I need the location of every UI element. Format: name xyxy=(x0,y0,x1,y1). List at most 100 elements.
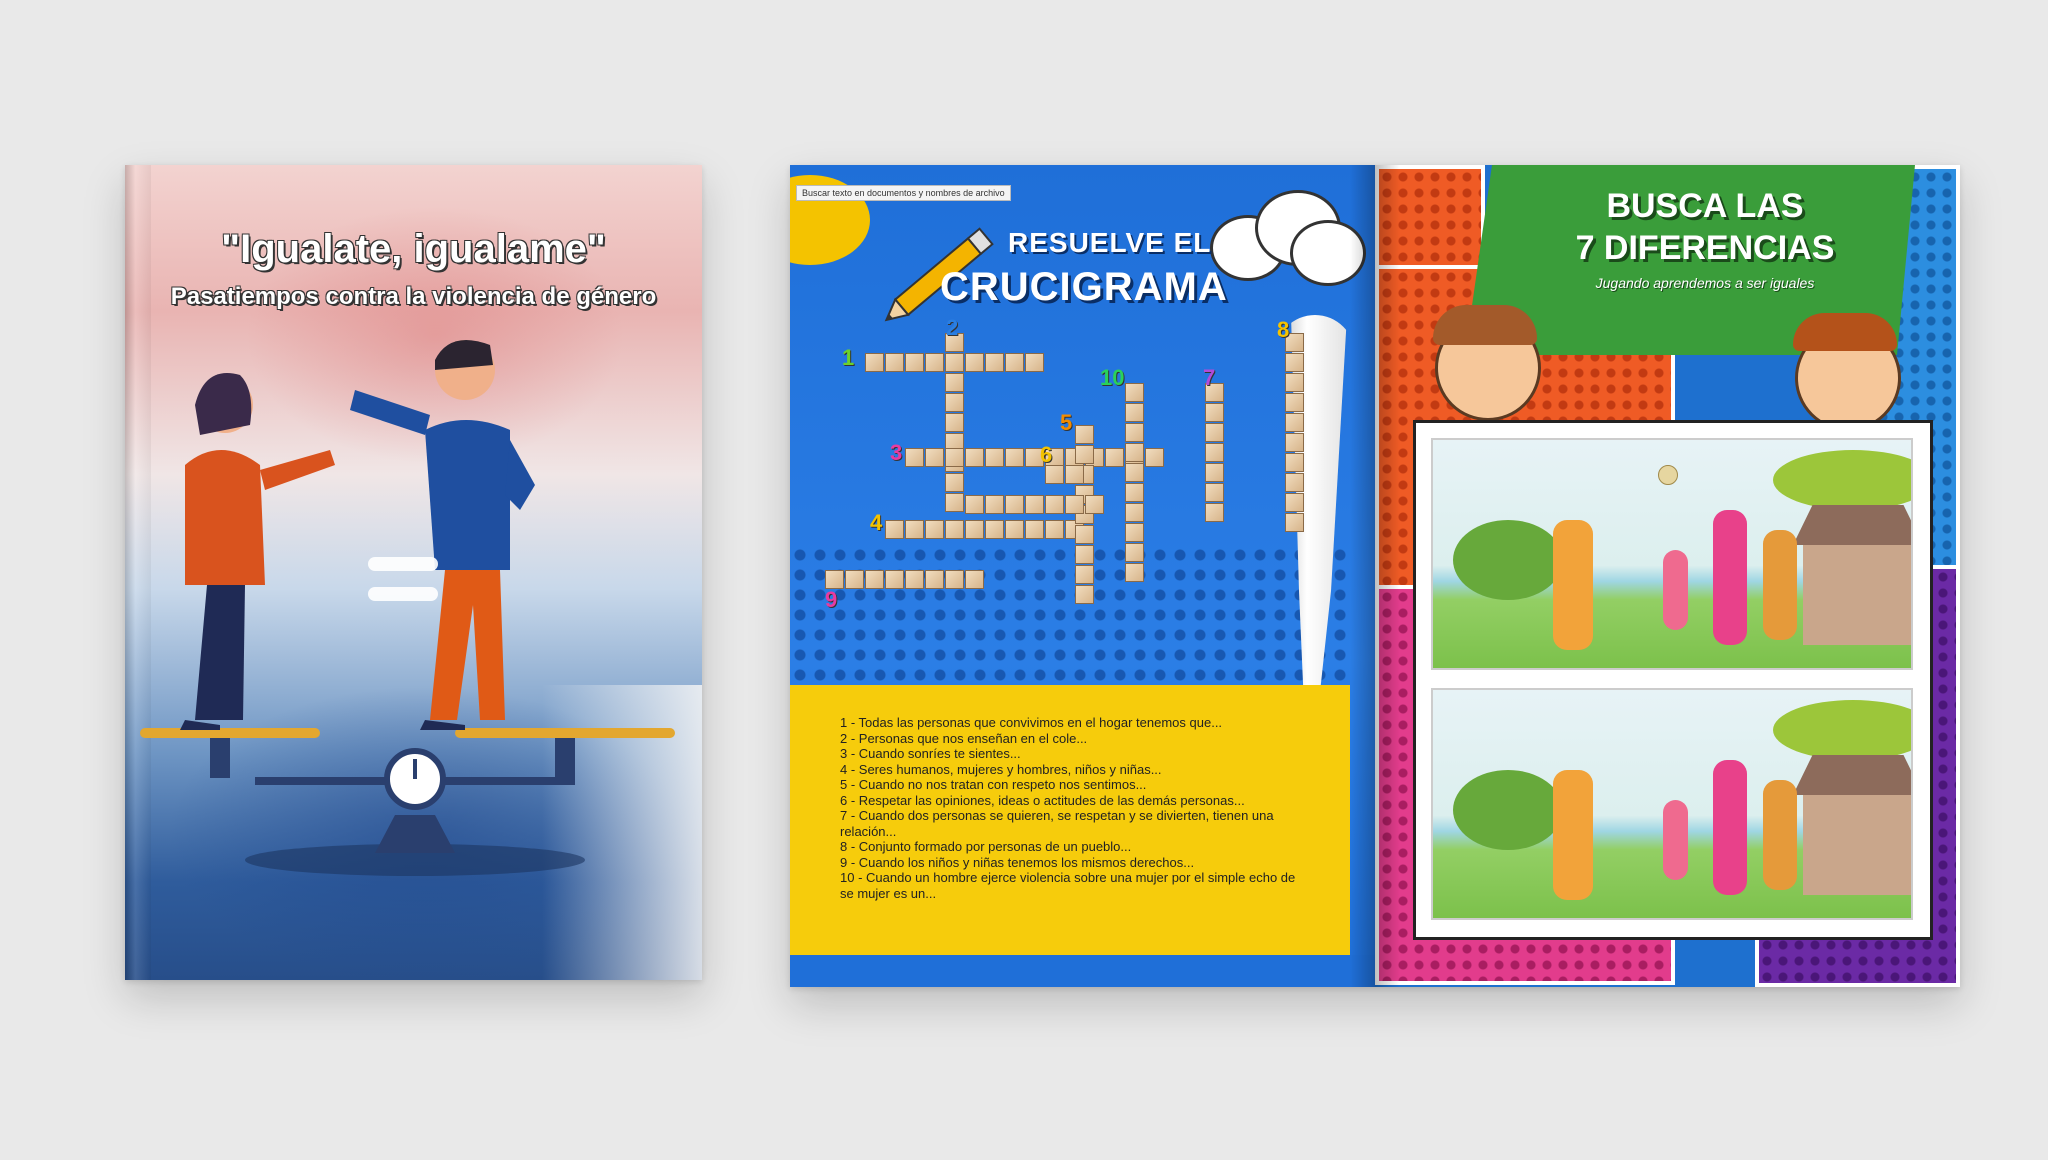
crossword-cell xyxy=(1075,545,1094,564)
crossword-cell xyxy=(985,520,1004,539)
halftone-dots xyxy=(790,545,1350,685)
crossword-title-line1: RESUELVE EL xyxy=(1008,227,1212,258)
crossword-cell xyxy=(945,413,964,432)
crossword-cell xyxy=(925,448,944,467)
clue-line: 8 - Conjunto formado por personas de un … xyxy=(840,839,1132,854)
man-figure xyxy=(350,340,535,730)
crossword-cell xyxy=(1285,473,1304,492)
crossword-cell xyxy=(1085,495,1104,514)
crossword-cell xyxy=(1005,448,1024,467)
clue-line: 6 - Respetar las opiniones, ideas o acti… xyxy=(840,792,1245,808)
clue-line: 10 - Cuando un hombre ejerce violencia s… xyxy=(840,870,1296,885)
crossword-cell xyxy=(1025,520,1044,539)
crossword-cell xyxy=(965,448,984,467)
crossword-cell xyxy=(1025,353,1044,372)
crossword-number: 7 xyxy=(1203,365,1216,390)
search-tooltip: Buscar texto en documentos y nombres de … xyxy=(796,185,1011,201)
crossword-cell xyxy=(1075,445,1094,464)
equal-sign-bottom xyxy=(368,587,438,601)
crossword-number: 1 xyxy=(842,345,855,370)
clue-line: 7 - Cuando dos personas se quieren, se r… xyxy=(840,808,1274,823)
crossword-cell xyxy=(945,570,964,589)
crossword-cell xyxy=(945,393,964,412)
book-cover: "Igualate, igualame" Pasatiempos contra … xyxy=(125,165,702,980)
crossword-cell xyxy=(1005,520,1024,539)
crossword-cell xyxy=(1065,495,1084,514)
crossword-cell xyxy=(1025,495,1044,514)
crossword-cell xyxy=(1125,503,1144,522)
boy-hair xyxy=(1793,313,1897,351)
scene-image-top xyxy=(1431,438,1913,670)
crossword-number: 6 xyxy=(1040,442,1053,467)
crossword-cell xyxy=(1205,503,1224,522)
cover-illustration xyxy=(140,340,675,876)
crossword-cell xyxy=(885,353,904,372)
crossword-cell xyxy=(965,520,984,539)
crossword-cell xyxy=(1125,423,1144,442)
crossword-cell xyxy=(865,570,884,589)
crossword-cell xyxy=(1125,543,1144,562)
crossword-cell xyxy=(1205,403,1224,422)
page-bottom-strip xyxy=(790,955,1375,987)
crossword-page: Buscar texto en documentos y nombres de … xyxy=(790,165,1375,987)
crossword-cell xyxy=(985,495,1004,514)
crossword-cell xyxy=(1125,483,1144,502)
crossword-cell xyxy=(1005,353,1024,372)
crossword-cell xyxy=(965,570,984,589)
crossword-cell xyxy=(905,353,924,372)
crossword-number: 2 xyxy=(946,315,959,340)
crossword-number: 9 xyxy=(825,587,838,612)
crossword-cell xyxy=(1285,413,1304,432)
differences-frame xyxy=(1413,420,1933,940)
crossword-cell xyxy=(885,520,904,539)
crossword-cell xyxy=(1065,465,1084,484)
crossword-cell xyxy=(1205,423,1224,442)
crossword-cell xyxy=(945,448,964,467)
crossword-cell xyxy=(1205,443,1224,462)
girl-hair xyxy=(1433,305,1537,345)
crossword-cell xyxy=(1075,565,1094,584)
crossword-number: 10 xyxy=(1100,365,1125,390)
crossword-cell xyxy=(1125,523,1144,542)
differences-title-line1: BUSCA LAS xyxy=(1606,187,1804,225)
differences-subtitle: Jugando aprendemos a ser iguales xyxy=(1595,275,1815,291)
differences-page: BUSCA LAS 7 DIFERENCIAS Jugando aprendem… xyxy=(1375,165,1960,987)
crossword-cell xyxy=(925,520,944,539)
crossword-cell xyxy=(1145,448,1164,467)
crossword-cell xyxy=(905,448,924,467)
crossword-cell xyxy=(1045,495,1064,514)
crossword-cell xyxy=(965,495,984,514)
crossword-cell xyxy=(945,373,964,392)
open-book-spread: Buscar texto en documentos y nombres de … xyxy=(790,165,1960,987)
crossword-number: 3 xyxy=(890,440,903,465)
crossword-number: 8 xyxy=(1277,317,1290,342)
crossword-cell xyxy=(1125,443,1144,462)
crossword-cell xyxy=(905,520,924,539)
crossword-title-line2: CRUCIGRAMA xyxy=(940,265,1228,309)
crossword-cell xyxy=(885,570,904,589)
crossword-cell xyxy=(1285,513,1304,532)
crossword-cell xyxy=(865,353,884,372)
crossword-cell xyxy=(925,570,944,589)
crossword-cell xyxy=(845,570,864,589)
crossword-cell xyxy=(1075,525,1094,544)
clue-line: 4 - Seres humanos, mujeres y hombres, ni… xyxy=(840,761,1162,777)
crossword-cell xyxy=(1075,425,1094,444)
crossword-cell xyxy=(945,520,964,539)
clue-line: 3 - Cuando sonríes te sientes... xyxy=(840,746,1021,761)
crossword-cell xyxy=(1005,495,1024,514)
crossword-number: 4 xyxy=(870,510,883,535)
equal-sign-top xyxy=(368,557,438,571)
crossword-cell xyxy=(1075,585,1094,604)
scale-pan-right xyxy=(455,728,675,738)
crossword-cell xyxy=(925,353,944,372)
clue-line: 5 - Cuando no nos tratan con respeto nos… xyxy=(840,777,1147,792)
scale-pan-left xyxy=(140,728,320,738)
differences-title-line2: 7 DIFERENCIAS xyxy=(1575,229,1835,267)
crossword-cell xyxy=(1105,448,1124,467)
crossword-cell xyxy=(945,493,964,512)
clue-line: 9 - Cuando los niños y niñas tenemos los… xyxy=(840,854,1195,870)
crossword-cell xyxy=(945,473,964,492)
crossword-cell xyxy=(1285,353,1304,372)
crossword-cell xyxy=(1285,493,1304,512)
